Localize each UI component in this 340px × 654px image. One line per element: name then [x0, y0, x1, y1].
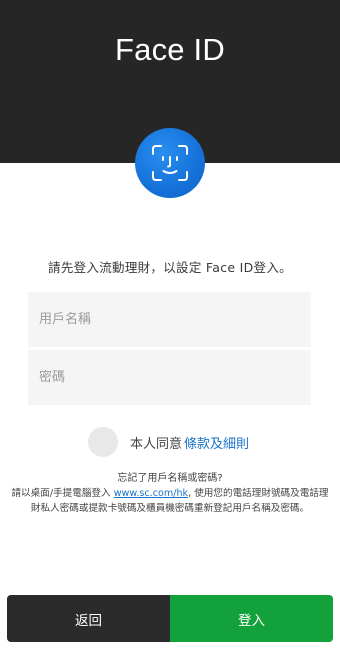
- face-id-icon: [152, 145, 188, 181]
- terms-link[interactable]: 條款及細則: [184, 433, 249, 452]
- intro-text: 請先登入流動理財，以設定 Face ID登入。: [48, 260, 292, 275]
- help-text: 請以桌面/手提電腦登入 www.sc.com/hk, 使用您的電話理財號碼及電話…: [10, 487, 330, 516]
- agreement-label: 本人同意: [130, 436, 183, 452]
- page-title: Face ID: [115, 32, 225, 67]
- password-field-wrap: [28, 350, 311, 405]
- help-text-prefix: 請以桌面/手提電腦登入: [11, 488, 114, 499]
- forgot-credentials-text: 忘記了用戶名稱或密碼?: [117, 473, 223, 484]
- password-input[interactable]: [28, 370, 311, 385]
- agree-radio[interactable]: [88, 427, 118, 457]
- back-button[interactable]: 返回: [7, 595, 170, 642]
- username-field-wrap: [28, 292, 311, 347]
- username-input[interactable]: [28, 312, 311, 327]
- login-button[interactable]: 登入: [170, 595, 333, 642]
- face-id-badge: [135, 128, 205, 198]
- agreement-row: 本人同意 條款及細則: [88, 427, 249, 457]
- website-link[interactable]: www.sc.com/hk: [114, 488, 188, 499]
